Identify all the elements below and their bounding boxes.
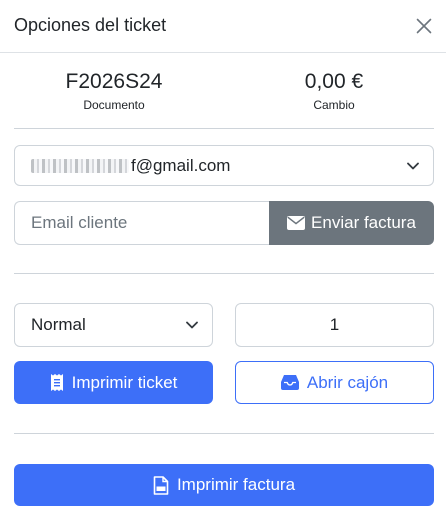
inbox-icon <box>280 375 299 390</box>
document-label: Documento <box>83 98 145 112</box>
close-button[interactable] <box>412 14 436 38</box>
print-ticket-label: Imprimir ticket <box>71 372 178 392</box>
divider <box>14 273 434 274</box>
divider <box>14 433 434 434</box>
change-label: Cambio <box>313 98 355 112</box>
print-invoice-button[interactable]: Imprimir factura <box>14 464 434 506</box>
print-ticket-button[interactable]: Imprimir ticket <box>14 361 213 404</box>
chevron-down-icon <box>407 162 419 169</box>
document-number: F2026S24 <box>65 70 163 93</box>
copies-input[interactable]: 1 <box>235 303 434 347</box>
document-info: F2026S24 Documento <box>14 70 214 112</box>
envelope-icon <box>287 216 306 230</box>
print-invoice-label: Imprimir factura <box>176 475 296 494</box>
print-format-value: Normal <box>31 315 86 334</box>
change-amount: 0,00 € <box>304 70 364 93</box>
email-select-value: f@gmail.com <box>131 155 231 175</box>
modal-header: Opciones del ticket <box>0 0 446 53</box>
send-invoice-button[interactable]: Enviar factura <box>269 201 434 245</box>
customer-email-input[interactable] <box>14 201 269 245</box>
copies-value: 1 <box>329 315 340 334</box>
ticket-options-modal: Opciones del ticket F2026S24 Documento 0… <box>0 0 446 520</box>
modal-title: Opciones del ticket <box>14 15 167 35</box>
print-format-select[interactable]: Normal <box>14 303 213 347</box>
email-select[interactable]: f@gmail.com <box>14 145 434 186</box>
open-drawer-button[interactable]: Abrir cajón <box>235 361 434 404</box>
change-info: 0,00 € Cambio <box>234 70 434 112</box>
divider <box>14 128 434 129</box>
file-pdf-icon <box>153 475 169 495</box>
receipt-icon <box>50 374 63 391</box>
open-drawer-label: Abrir cajón <box>306 372 389 392</box>
send-invoice-label: Enviar factura <box>311 213 416 232</box>
send-invoice-group: Enviar factura <box>14 201 434 245</box>
chevron-down-icon <box>186 321 198 329</box>
close-icon <box>416 18 432 34</box>
redacted-email-prefix <box>31 158 129 173</box>
